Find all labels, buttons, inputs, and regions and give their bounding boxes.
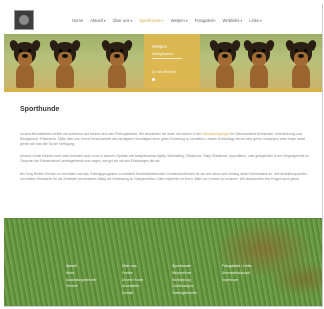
footer-link[interactable]: Züchterwelpen [172, 284, 197, 288]
footer-heading[interactable]: Sporthunde [172, 264, 197, 268]
logo-emblem-icon [19, 15, 29, 25]
site-header: Home Aktuell ▾ Über uns ▾ Sporthunde ▾ Welpen ▾ F… [4, 4, 322, 34]
paragraph: Unsere Airedaleterrier treffen wir komme… [20, 132, 310, 147]
footer-column: Aktuell News Ausstellungsberichte Termin… [66, 264, 96, 291]
nav-item[interactable]: Home [72, 18, 83, 23]
footer-heading[interactable]: Über uns [122, 264, 143, 268]
footer-link[interactable]: Familie [122, 271, 143, 275]
promo-divider [152, 58, 182, 59]
footer-link[interactable]: Unsere Hunde [122, 278, 143, 282]
browser-viewport: Home Aktuell ▾ Über uns ▾ Sporthunde ▾ Welpen ▾ F… [4, 4, 323, 307]
nav-item-label: Weblinks [222, 18, 240, 23]
nav-item-label: Home [72, 18, 84, 23]
paragraph-text: Unsere Airedaleterrier treffen wir komme… [20, 132, 203, 136]
page-title: Sporthunde [20, 106, 60, 113]
chevron-down-icon: ▾ [130, 18, 133, 23]
footer-column: Über uns Familie Unsere Hunde Ahnentafel… [122, 264, 143, 297]
dog-photo [208, 36, 242, 88]
footer-link[interactable]: Ausstellungsberichte [66, 278, 96, 282]
promo-box[interactable]: Welpen Verfügbarkeit Zu den Welpen [144, 34, 200, 88]
promo-title: Welpen [152, 44, 168, 49]
nav-item[interactable]: Aktuell ▾ [90, 18, 105, 23]
nav-item-label: Über uns [112, 18, 130, 23]
chevron-down-icon: ▾ [240, 18, 243, 23]
site-logo[interactable] [14, 10, 34, 30]
nav-item[interactable]: Sporthunde ▾ [139, 18, 163, 23]
dog-photo [242, 36, 276, 88]
promo-link[interactable]: Zu den Welpen [152, 70, 176, 74]
dog-photo [8, 36, 42, 88]
nav-item-label: Welpen [170, 18, 185, 23]
footer-heading[interactable]: Fotogalerie / Links [222, 264, 251, 268]
chevron-down-icon: ▾ [260, 18, 262, 23]
footer-link[interactable]: Ahnentafelauskunft [222, 271, 251, 275]
nav-item-label: Aktuell [90, 18, 103, 23]
footer-link[interactable]: Kontakt [122, 291, 143, 295]
footer-link[interactable]: News [66, 271, 96, 275]
footer-column: Sporthunde Welpenbörse Wurfplanung Zücht… [172, 264, 197, 297]
footer-link[interactable]: Trainingsberichte [172, 291, 197, 295]
nav-item[interactable]: Links ▾ [249, 18, 262, 23]
footer-link[interactable]: Wurfplanung [172, 278, 197, 282]
nav-item-label: Fotogalerie [194, 18, 216, 23]
footer-link[interactable]: Welpenbörse [172, 271, 197, 275]
nav-item[interactable]: Welpen ▾ [171, 18, 188, 23]
footer-column: Fotogalerie / Links Ahnentafelauskunft I… [222, 264, 251, 284]
dog-photo [100, 36, 134, 88]
chevron-down-icon: ▾ [185, 18, 188, 23]
nav-item[interactable]: Weblinks ▾ [223, 18, 243, 23]
paragraph-text: Bei Jung Bröllen Hunden zu vermitteln un… [20, 172, 308, 181]
nav-item-label: Links [249, 18, 260, 23]
dog-photo [48, 36, 82, 88]
main-content: Sporthunde Unsere Airedaleterrier treffe… [4, 92, 322, 218]
site-footer: Aktuell News Ausstellungsberichte Termin… [4, 254, 322, 306]
footer-link[interactable]: Impressum [222, 278, 251, 282]
promo-subtitle: Verfügbarkeit [152, 52, 173, 56]
hero-banner: Welpen Verfügbarkeit Zu den Welpen [4, 34, 322, 88]
footer-link[interactable]: Termine [66, 284, 96, 288]
chevron-down-icon: ▾ [103, 18, 106, 23]
footer-heading[interactable]: Aktuell [66, 264, 96, 268]
main-navigation: Home Aktuell ▾ Über uns ▾ Sporthunde ▾ Welpen ▾ F… [72, 18, 269, 23]
chevron-down-icon: ▾ [161, 18, 164, 23]
nav-item[interactable]: Über uns ▾ [113, 18, 133, 23]
nav-item-label: Sporthunde [139, 18, 161, 23]
slider-dot-icon[interactable] [152, 78, 155, 81]
dog-photo [284, 36, 318, 88]
paragraph-text: Unsere Hunde können noch mehr trotzdem a… [20, 154, 309, 163]
paragraph-link[interactable]: Hundesportgruppe [202, 132, 229, 136]
paragraph: Bei Jung Bröllen Hunden zu vermitteln un… [20, 172, 310, 182]
nav-item[interactable]: Fotogalerie [195, 18, 216, 23]
paragraph: Unsere Hunde können noch mehr trotzdem a… [20, 154, 310, 164]
footer-link[interactable]: Ahnentafeln [122, 284, 143, 288]
